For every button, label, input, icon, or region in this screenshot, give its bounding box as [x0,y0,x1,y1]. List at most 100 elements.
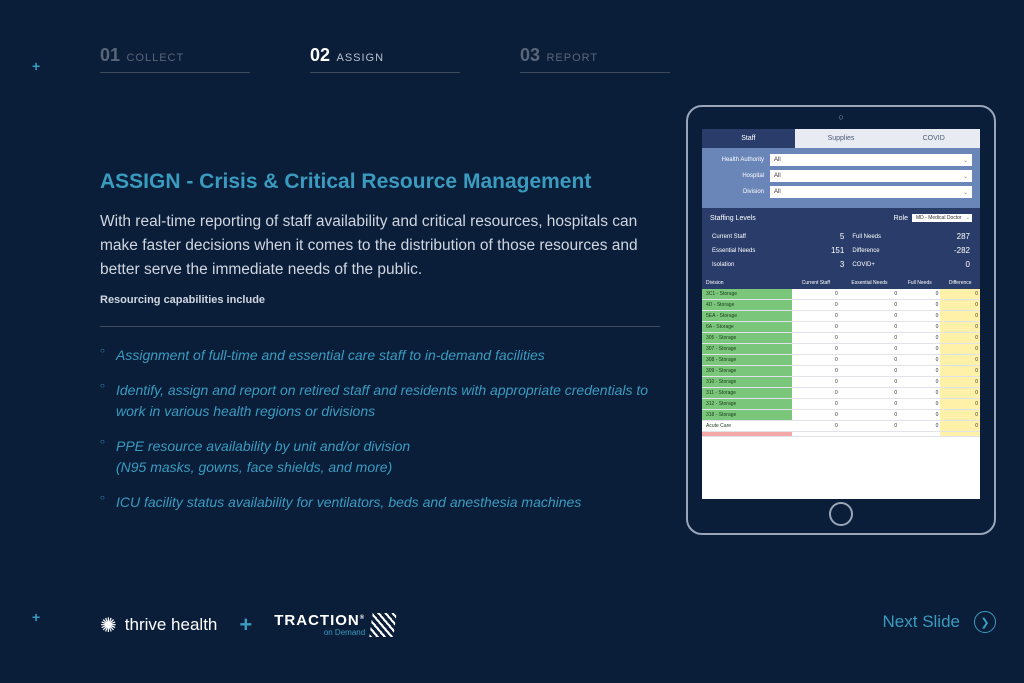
cell: 318 - Storage [702,410,792,421]
step-num: 03 [520,45,540,65]
cell: Acute Care [702,421,792,432]
cell: 309 - Storage [702,366,792,377]
table-row[interactable]: 5EA - Storage0000 [702,311,980,322]
cell: 0 [792,355,840,366]
cell: 0 [792,377,840,388]
next-slide-button[interactable]: Next Slide ❯ [883,611,996,633]
filter-row: Health AuthorityAll [710,154,972,166]
cell [702,432,792,437]
main-content: ASSIGN - Crisis & Critical Resource Mana… [100,170,660,527]
table-row[interactable]: 308 - Storage0000 [702,355,980,366]
cell: 305 - Storage [702,333,792,344]
role-select[interactable]: MD - Medical Doctor [912,214,972,222]
tab-staff[interactable]: Staff [702,129,795,148]
cell: 0 [792,300,840,311]
table-row[interactable]: 4D - Storage0000 [702,300,980,311]
tab-supplies[interactable]: Supplies [795,129,888,148]
cell: 0 [840,311,899,322]
cell [899,432,940,437]
cell [940,432,980,437]
table-row[interactable]: 311 - Storage0000 [702,388,980,399]
filter-panel: Health AuthorityAllHospitalAllDivisionAl… [702,148,980,208]
cell: 0 [899,377,940,388]
step-num: 01 [100,45,120,65]
staffing-title: Staffing Levels [710,215,756,222]
next-arrow-icon: ❯ [974,611,996,633]
col-header: Full Needs [899,277,940,289]
filter-label: Health Authority [710,157,770,163]
stat-value: 3 [804,260,844,269]
divider [100,326,660,327]
cell: 0 [840,344,899,355]
cell: 0 [840,322,899,333]
table-row[interactable]: 305 - Storage0000 [702,333,980,344]
table-row[interactable]: Acute Care0000 [702,421,980,432]
corner-mark-bottom: + [32,609,40,625]
cell: 3C1 - Storage [702,289,792,300]
table-row[interactable]: 318 - Storage0000 [702,410,980,421]
cell: 0 [899,421,940,432]
step-assign[interactable]: 02 ASSIGN [310,45,460,73]
step-collect[interactable]: 01 COLLECT [100,45,250,73]
table-row[interactable]: 307 - Storage0000 [702,344,980,355]
cell: 0 [899,399,940,410]
filter-select[interactable]: All [770,170,972,182]
cell: 307 - Storage [702,344,792,355]
filter-select[interactable]: All [770,154,972,166]
slide-description: With real-time reporting of staff availa… [100,210,660,282]
thrive-health-logo: ✺ thrive health [100,613,217,638]
col-header: Difference [940,277,980,289]
filter-row: HospitalAll [710,170,972,182]
slide-title: ASSIGN - Crisis & Critical Resource Mana… [100,170,660,194]
cell: 0 [899,300,940,311]
cell: 311 - Storage [702,388,792,399]
cell: 310 - Storage [702,377,792,388]
table-row[interactable]: 310 - Storage0000 [702,377,980,388]
table-row[interactable]: 312 - Storage0000 [702,399,980,410]
bullet-list: Assignment of full-time and essential ca… [100,345,660,513]
partner-logos: ✺ thrive health + TRACTION® on Demand [100,612,395,638]
cell: 0 [940,410,980,421]
filter-label: Hospital [710,173,770,179]
traction-icon [369,613,396,637]
traction-sub: on Demand [274,629,365,637]
cell: 308 - Storage [702,355,792,366]
cell: 0 [840,289,899,300]
cell: 0 [899,311,940,322]
cell: 0 [792,410,840,421]
table-row[interactable]: 3C1 - Storage0000 [702,289,980,300]
cell: 0 [899,410,940,421]
next-slide-label: Next Slide [883,612,960,632]
role-label: Role [894,215,908,222]
table-row[interactable] [702,432,980,437]
cell [840,432,899,437]
steps-nav: 01 COLLECT 02 ASSIGN 03 REPORT [100,45,670,73]
stat-value: 0 [930,260,970,269]
step-label: ASSIGN [336,52,384,64]
cell: 0 [840,355,899,366]
filter-select[interactable]: All [770,186,972,198]
stat-value: 151 [804,246,844,255]
tablet-screen: StaffSuppliesCOVID Health AuthorityAllHo… [702,129,980,499]
cell: 0 [792,399,840,410]
table-row[interactable]: 6A - Storage0000 [702,322,980,333]
cell: 0 [940,300,980,311]
cell: 0 [840,421,899,432]
cell: 0 [899,322,940,333]
cell: 0 [940,289,980,300]
tab-covid[interactable]: COVID [887,129,980,148]
cell: 0 [840,300,899,311]
filter-label: Division [710,189,770,195]
cell: 0 [840,333,899,344]
cell: 0 [840,366,899,377]
cell: 4D - Storage [702,300,792,311]
traction-main: TRACTION® [274,612,365,629]
cell [792,432,840,437]
stat-value: 287 [930,232,970,241]
table-row[interactable]: 309 - Storage0000 [702,366,980,377]
slide-subhead: Resourcing capabilities include [100,294,660,306]
cell: 5EA - Storage [702,311,792,322]
cell: 0 [899,344,940,355]
cell: 0 [899,355,940,366]
step-report[interactable]: 03 REPORT [520,45,670,73]
